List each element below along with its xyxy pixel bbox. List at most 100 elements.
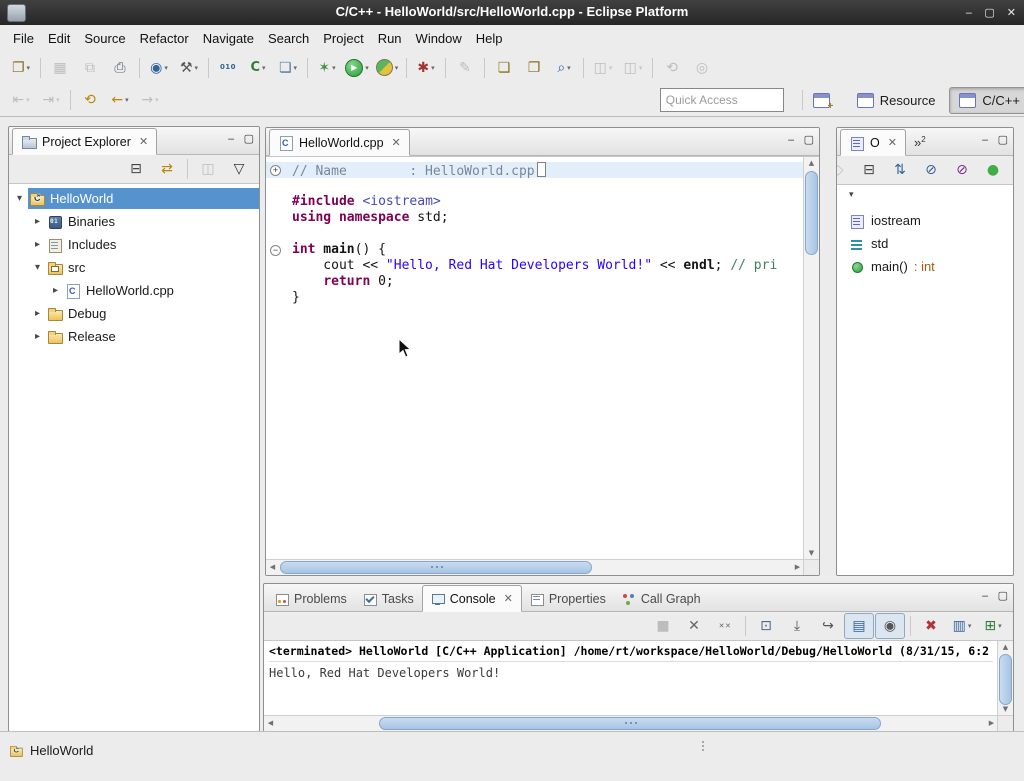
outline-item-std[interactable]: std [837,232,1013,255]
build-button[interactable]: ⚒▾ [174,55,204,81]
expand-arrow-icon[interactable]: ▸ [29,239,46,250]
minimize-button[interactable]: ‒ [982,590,989,601]
tree-item-helloworld-cpp[interactable]: ▸HelloWorld.cpp [9,279,259,302]
perspective-cpp-button[interactable]: C/C++ [949,87,1024,114]
hide-static-members-button[interactable]: ⊘ [947,157,977,183]
minimize-button[interactable]: ‒ [228,133,235,144]
outline-item-iostream[interactable]: iostream [837,209,1013,232]
tree-item-src[interactable]: ▾src [9,256,259,279]
tree-item-helloworld[interactable]: ▾HelloWorld [9,187,259,210]
debug-button[interactable]: ✶▾ [312,55,342,81]
tree-item-binaries[interactable]: ▸Binaries [9,210,259,233]
new-class-button[interactable]: C▾ [243,55,273,81]
open-perspective-button[interactable] [807,87,837,113]
collapse-all-button[interactable]: ⊟ [121,156,151,182]
code-area[interactable]: +// Name : HelloWorld.cpp#include <iostr… [266,157,804,560]
menu-navigate[interactable]: Navigate [196,27,261,50]
expand-arrow-icon[interactable]: ▸ [47,285,64,296]
show-console-on-output-button[interactable]: ▤ [844,613,874,639]
minimize-button[interactable]: ‒ [965,7,972,18]
outline-item-main[interactable]: main() : int [837,255,1013,278]
external-tools-button[interactable]: ✱▾ [411,55,441,81]
scroll-left-icon[interactable]: ◀ [266,560,279,575]
statusbar-grip[interactable] [702,741,704,743]
menu-help[interactable]: Help [469,27,510,50]
quick-access-input[interactable] [660,88,784,112]
tab-call-graph[interactable]: Call Graph [614,586,709,611]
menu-source[interactable]: Source [77,27,132,50]
scrollbar-thumb[interactable] [379,717,881,730]
close-icon[interactable]: ✕ [888,136,897,149]
minimize-button[interactable]: ‒ [788,134,795,145]
run-button[interactable]: ▶▾ [342,55,372,81]
sort-button[interactable]: ⇅ [885,157,915,183]
close-icon[interactable]: ✕ [392,136,401,149]
new-button[interactable]: ❐▾ [6,55,36,81]
scroll-lock-button[interactable]: ⤓ [782,613,812,639]
maximize-button[interactable]: ▢ [998,134,1008,145]
scrollbar-thumb[interactable] [999,654,1012,705]
pin-console-button[interactable]: ◉ [875,613,905,639]
view-menu-icon[interactable]: ▾ [849,190,854,200]
minimize-button[interactable]: ‒ [982,134,989,145]
collapse-all-button[interactable]: ⊟ [854,157,884,183]
editor-vertical-scrollbar[interactable]: ▲ ▼ [803,157,819,560]
expand-arrow-icon[interactable]: ▸ [29,308,46,319]
tab-console[interactable]: Console✕ [422,585,522,612]
expand-arrow-icon[interactable]: ▸ [29,331,46,342]
collapse-arrow-icon[interactable]: ▾ [29,262,46,273]
scroll-up-icon[interactable]: ▲ [998,641,1013,654]
expand-arrow-icon[interactable]: ▸ [29,216,46,227]
console-vertical-scrollbar[interactable]: ▲ ▼ [997,641,1013,716]
maximize-button[interactable]: ▢ [804,134,814,145]
debug-binary-button[interactable]: 010 [213,55,243,81]
remove-all-launches-button[interactable]: ✕✕ [710,613,740,639]
new-cpp-project-button[interactable]: ◉▾ [144,55,174,81]
new-source-file-button[interactable]: ❏▾ [273,55,303,81]
collapse-arrow-icon[interactable]: ▾ [11,193,28,204]
editor-tab[interactable]: HelloWorld.cpp ✕ [269,129,410,156]
open-type-button[interactable]: ❏ [489,55,519,81]
menu-edit[interactable]: Edit [41,27,77,50]
open-resource-button[interactable]: ❐ [519,55,549,81]
menu-search[interactable]: Search [261,27,316,50]
word-wrap-button[interactable]: ↪ [813,613,843,639]
maximize-button[interactable]: ▢ [244,133,254,144]
project-explorer-tab[interactable]: Project Explorer ✕ [12,128,157,155]
remove-launch-button[interactable]: ✕ [679,613,709,639]
profile-button[interactable]: ▾ [372,55,402,81]
console-text-area[interactable]: <terminated> HelloWorld [C/C++ Applicati… [264,641,998,716]
scroll-up-icon[interactable]: ▲ [804,157,819,170]
remove-all-terminated-button[interactable]: ✖ [916,613,946,639]
scrollbar-thumb[interactable] [805,171,818,255]
tab-properties[interactable]: Properties [522,586,614,611]
scrollbar-thumb[interactable] [280,561,592,574]
menu-refactor[interactable]: Refactor [133,27,196,50]
maximize-button[interactable]: ▢ [998,590,1008,601]
search-button[interactable]: ⌕▾ [549,55,579,81]
tab-tasks[interactable]: Tasks [355,586,422,611]
editor-horizontal-scrollbar[interactable]: ◀ ▶ [266,559,804,575]
maximize-button[interactable]: ▢ [984,7,994,18]
hide-non-public-members-button[interactable]: ● [978,157,1008,183]
clear-console-button[interactable]: ⊡ [751,613,781,639]
last-edit-location-button[interactable]: ⟲ [75,87,105,113]
menu-run[interactable]: Run [371,27,409,50]
view-menu-button[interactable]: ▽ [224,156,254,182]
console-horizontal-scrollbar[interactable]: ◀ ▶ [264,715,998,731]
outline-tab[interactable]: O ✕ [840,129,906,156]
fold-expand-icon[interactable]: + [270,165,281,176]
back-button[interactable]: ←▾ [105,87,135,113]
menu-file[interactable]: File [6,27,41,50]
scroll-left-icon[interactable]: ◀ [264,716,277,731]
view-overflow-button[interactable]: »2 [914,130,926,155]
tree-item-includes[interactable]: ▸Includes [9,233,259,256]
display-selected-console-button[interactable]: ▥▾ [947,613,977,639]
open-console-button[interactable]: ⊞▾ [978,613,1008,639]
hide-fields-button[interactable]: ⊘ [916,157,946,183]
menu-window[interactable]: Window [409,27,469,50]
menu-project[interactable]: Project [316,27,370,50]
perspective-resource-button[interactable]: Resource [847,87,946,114]
tab-problems[interactable]: Problems [267,586,355,611]
tree-item-release[interactable]: ▸Release [9,325,259,348]
